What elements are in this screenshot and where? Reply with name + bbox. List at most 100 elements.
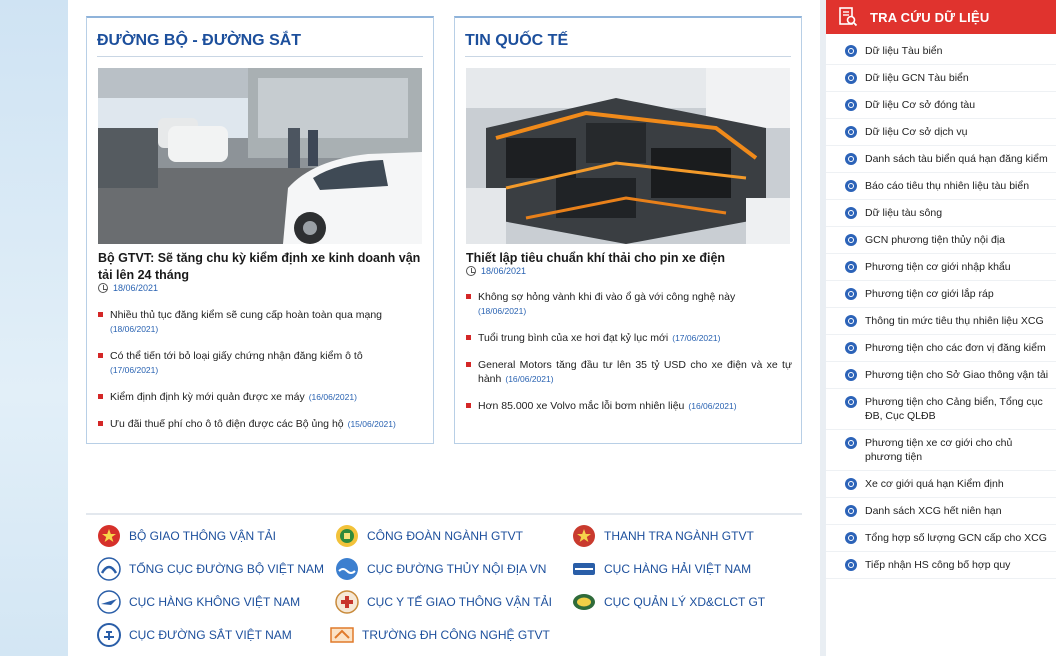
search-bullet-icon (845, 261, 857, 273)
list-item[interactable]: Ưu đãi thuế phí cho ô tô điện được các B… (98, 417, 424, 431)
sidebar-item-label: Phương tiện cơ giới nhập khẩu (865, 261, 1011, 273)
search-bullet-icon (845, 315, 857, 327)
search-bullet-icon (845, 234, 857, 246)
sidebar-item-label: Phương tiện cho các đơn vị đăng kiểm (865, 342, 1046, 354)
org-link-railway[interactable]: CỤC ĐƯỜNG SẮT VIỆT NAM (97, 623, 292, 647)
sidebar-item[interactable]: Danh sách XCG hết niên hạn (826, 498, 1056, 525)
org-link-label: CỤC HÀNG HẢI VIỆT NAM (604, 562, 752, 576)
search-bullet-icon (845, 207, 857, 219)
sidebar-item[interactable]: Dữ liệu Tàu biển (826, 38, 1056, 65)
org-link-label: CỤC QUẢN LÝ XD&CLCT GT (604, 595, 766, 609)
maritime-icon (573, 563, 595, 575)
news-image-inspection-station[interactable] (98, 68, 422, 244)
news-date: 18/06/2021 (98, 283, 158, 293)
org-link-inspection[interactable]: THANH TRA NGÀNH GTVT (572, 524, 754, 548)
list-item[interactable]: Không sợ hỏng vành khi đi vào ổ gà với c… (466, 290, 792, 318)
list-item[interactable]: Kiểm định định kỳ mới quản được xe máy (1… (98, 390, 424, 404)
org-link-ministry[interactable]: BỘ GIAO THÔNG VẬN TẢI (97, 524, 276, 548)
news-headline[interactable]: Thiết lập tiêu chuẩn khí thải cho pin xe… (466, 250, 792, 267)
search-bullet-icon (845, 288, 857, 300)
org-link-road-admin[interactable]: TỔNG CỤC ĐƯỜNG BỘ VIỆT NAM (97, 557, 324, 581)
org-link-label: CỤC ĐƯỜNG THỦY NỘI ĐỊA VN (367, 562, 547, 576)
list-item[interactable]: Nhiều thủ tục đăng kiểm sẽ cung cấp hoàn… (98, 308, 424, 336)
bullet-square-icon (98, 421, 103, 426)
news-date-text: 18/06/2021 (113, 283, 159, 293)
news-list: Không sợ hỏng vành khi đi vào ổ gà với c… (466, 290, 792, 426)
org-link-aviation[interactable]: CỤC HÀNG KHÔNG VIỆT NAM (97, 590, 300, 614)
sidebar-item[interactable]: Phương tiện cho các đơn vị đăng kiểm (826, 335, 1056, 362)
sidebar-item[interactable]: Danh sách tàu biển quá hạn đăng kiểm (826, 146, 1056, 173)
bullet-square-icon (98, 312, 103, 317)
news-date-text: 18/06/2021 (481, 266, 527, 276)
sidebar-item-label: Phương tiện cơ giới lắp ráp (865, 288, 994, 300)
org-link-label: CÔNG ĐOÀN NGÀNH GTVT (367, 529, 524, 543)
sidebar-item-label: Dữ liệu tàu sông (865, 207, 943, 219)
list-item-text: Ưu đãi thuế phí cho ô tô điện được các B… (110, 418, 344, 430)
sidebar-item-label: Phương tiện cho Cảng biển, Tổng cục ĐB, … (865, 396, 1043, 422)
news-list: Nhiều thủ tục đăng kiểm sẽ cung cấp hoàn… (98, 308, 424, 444)
sidebar-item[interactable]: Tổng hợp số lượng GCN cấp cho XCG (826, 525, 1056, 552)
sidebar-item-label: Thông tin mức tiêu thụ nhiên liệu XCG (865, 315, 1044, 327)
sidebar-data-lookup: TRA CỨU DỮ LIỆU Dữ liệu Tàu biển Dữ liệu… (826, 0, 1056, 656)
org-link-union[interactable]: CÔNG ĐOÀN NGÀNH GTVT (335, 524, 523, 548)
search-bullet-icon (845, 72, 857, 84)
news-image-ev-battery[interactable] (466, 68, 790, 244)
news-box-road-rail: ĐƯỜNG BỘ - ĐƯỜNG SẮT Bộ GTVT: Sẽ tăng ch… (86, 16, 434, 444)
bullet-square-icon (98, 394, 103, 399)
search-bullet-icon (845, 126, 857, 138)
page-background-left (0, 0, 68, 656)
list-item-text: Hơn 85.000 xe Volvo mắc lỗi bơm nhiên li… (478, 400, 685, 412)
list-item-text: Không sợ hỏng vành khi đi vào ổ gà với c… (478, 291, 736, 303)
sidebar-item[interactable]: Phương tiện cho Sở Giao thông vận tải (826, 362, 1056, 389)
emblem-icon (98, 525, 120, 547)
sidebar-item[interactable]: Phương tiện cho Cảng biển, Tổng cục ĐB, … (826, 389, 1056, 430)
news-headline[interactable]: Bộ GTVT: Sẽ tăng chu kỳ kiểm định xe kin… (98, 250, 424, 284)
sidebar-item[interactable]: Dữ liệu tàu sông (826, 200, 1056, 227)
search-document-icon (839, 7, 858, 27)
section-title[interactable]: TIN QUỐC TẾ (465, 32, 791, 57)
search-bullet-icon (845, 559, 857, 571)
sidebar-item[interactable]: Xe cơ giới quá hạn Kiểm định (826, 471, 1056, 498)
bullet-square-icon (466, 362, 471, 367)
sidebar-item[interactable]: Dữ liệu Cơ sở dịch vụ (826, 119, 1056, 146)
list-item[interactable]: Hơn 85.000 xe Volvo mắc lỗi bơm nhiên li… (466, 399, 792, 413)
org-link-label: CỤC Y TẾ GIAO THÔNG VẬN TẢI (367, 595, 552, 609)
org-link-university[interactable]: TRƯỜNG ĐH CÔNG NGHỆ GTVT (330, 623, 550, 647)
bullet-square-icon (466, 335, 471, 340)
list-item-date: (16/06/2021) (505, 374, 554, 384)
bullet-square-icon (466, 403, 471, 408)
sidebar-item[interactable]: Dữ liệu GCN Tàu biển (826, 65, 1056, 92)
sidebar-item[interactable]: Báo cáo tiêu thụ nhiên liệu tàu biển (826, 173, 1056, 200)
org-link-maritime[interactable]: CỤC HÀNG HẢI VIỆT NAM (572, 557, 751, 581)
org-link-construction[interactable]: CỤC QUẢN LÝ XD&CLCT GT (572, 590, 765, 614)
org-link-waterway[interactable]: CỤC ĐƯỜNG THỦY NỘI ĐỊA VN (335, 557, 546, 581)
list-item[interactable]: Tuổi trung bình của xe hơi đạt kỷ lục mớ… (466, 331, 792, 345)
list-item[interactable]: General Motors tăng đầu tư lên 35 tỷ USD… (466, 358, 792, 386)
sidebar-title: TRA CỨU DỮ LIỆU (870, 9, 990, 25)
sidebar-item[interactable]: Phương tiện cơ giới nhập khẩu (826, 254, 1056, 281)
sidebar-item-label: Báo cáo tiêu thụ nhiên liệu tàu biển (865, 180, 1030, 192)
sidebar-item[interactable]: Dữ liệu Cơ sở đóng tàu (826, 92, 1056, 119)
sidebar-item[interactable]: Thông tin mức tiêu thụ nhiên liệu XCG (826, 308, 1056, 335)
sidebar-item[interactable]: Phương tiện cơ giới lắp ráp (826, 281, 1056, 308)
sidebar-item[interactable]: Tiếp nhận HS công bố hợp quy (826, 552, 1056, 579)
clock-icon (98, 283, 108, 293)
search-bullet-icon (845, 369, 857, 381)
list-item-date: (17/06/2021) (110, 365, 159, 375)
sidebar-item[interactable]: GCN phương tiện thủy nội địa (826, 227, 1056, 254)
university-icon (330, 627, 354, 643)
search-bullet-icon (845, 478, 857, 490)
sidebar-item-label: Dữ liệu GCN Tàu biển (865, 72, 969, 84)
org-link-health[interactable]: CỤC Y TẾ GIAO THÔNG VẬN TẢI (335, 590, 552, 614)
search-bullet-icon (845, 437, 857, 449)
list-item-date: (18/06/2021) (110, 324, 159, 334)
health-icon (335, 590, 359, 614)
section-title[interactable]: ĐƯỜNG BỘ - ĐƯỜNG SẮT (97, 32, 423, 57)
list-item[interactable]: Có thể tiến tới bỏ loại giấy chứng nhận … (98, 349, 424, 377)
list-item-date: (18/06/2021) (478, 306, 527, 316)
list-item-date: (17/06/2021) (672, 333, 721, 343)
road-admin-icon (97, 557, 121, 581)
sidebar-item[interactable]: Phương tiện xe cơ giới cho chủ phương ti… (826, 430, 1056, 471)
railway-icon (97, 623, 121, 647)
sidebar-item-label: Dữ liệu Cơ sở đóng tàu (865, 99, 976, 111)
